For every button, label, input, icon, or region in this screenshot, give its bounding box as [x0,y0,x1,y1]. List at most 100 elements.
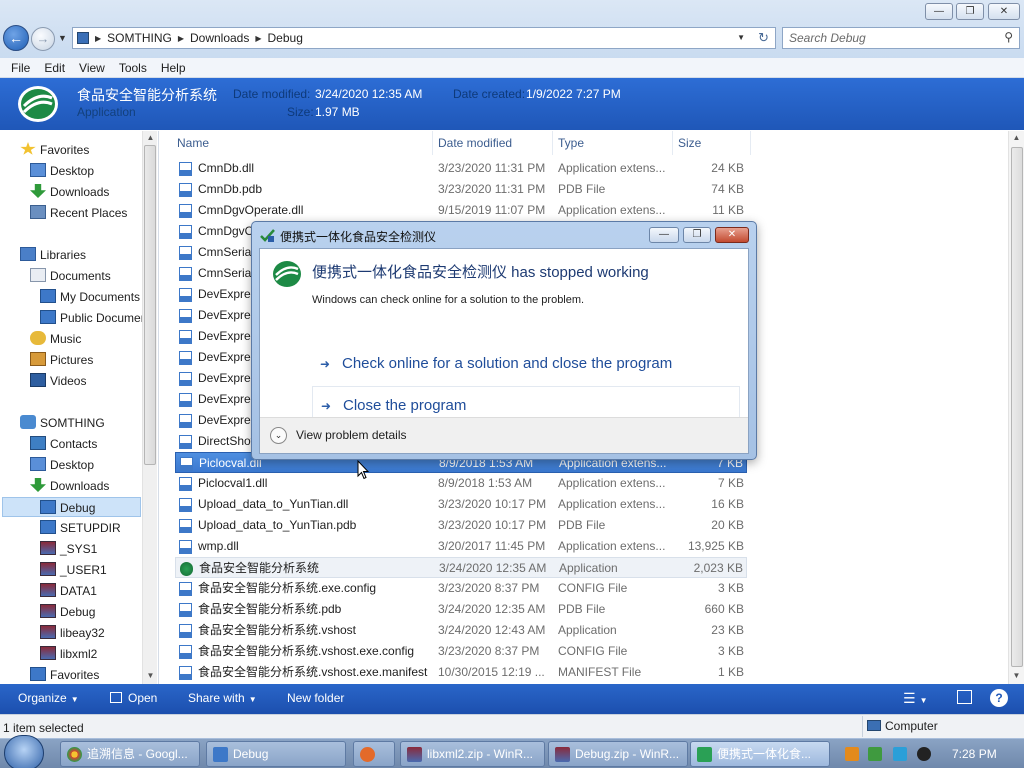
scroll-down-icon[interactable]: ▼ [143,669,158,683]
file-row[interactable]: 食品安全智能分析系统.vshost.exe.manifest 10/30/2015… [175,662,747,683]
nav-item-favorites[interactable]: Favorites [20,140,89,160]
nav-item-documents[interactable]: Documents [30,266,111,286]
file-row[interactable]: Piclocval1.dll 8/9/2018 1:53 AM Applicatio… [175,473,747,494]
nav-item-data1[interactable]: DATA1 [40,581,97,601]
file-row[interactable]: 食品安全智能分析系统.pdb 3/24/2020 12:35 AM PDB File… [175,599,747,620]
preview-pane-icon[interactable] [957,690,972,704]
scroll-down-icon[interactable]: ▼ [1009,669,1024,683]
nav-item-somthing[interactable]: SOMTHING [20,413,105,433]
nav-item-libxml2[interactable]: libxml2 [40,644,97,664]
nav-item-contacts[interactable]: Contacts [30,434,97,454]
breadcrumb-downloads[interactable]: Downloads [190,31,249,45]
nav-scrollbar[interactable]: ▲ ▼ [142,131,157,684]
nav-scrollbar-thumb[interactable] [144,145,156,465]
clock[interactable]: 7:28 PM [952,747,997,761]
file-name: 食品安全智能分析系统.exe.config [198,581,377,595]
file-date: 9/15/2019 11:07 PM [438,203,546,217]
nav-item-music[interactable]: Music [30,329,81,349]
taskbar-item[interactable] [353,741,395,767]
nav-item-favorites[interactable]: Favorites [30,665,99,684]
taskbar-item[interactable]: 追溯信息 - Googl... [60,741,200,767]
start-button[interactable] [4,735,44,768]
tray-volume-icon[interactable] [917,747,931,761]
view-options-icon[interactable]: ☰ ▼ [903,690,927,707]
nav-item-libeay32[interactable]: libeay32 [40,623,105,643]
file-row[interactable]: 食品安全智能分析系统 3/24/2020 12:35 AM Application 2… [175,557,747,578]
recent-pages-chevron-icon[interactable]: ▼ [58,33,67,43]
back-button[interactable]: ← [3,25,29,51]
tray-network-icon[interactable] [893,747,907,761]
search-icon[interactable]: ⚲ [1004,30,1013,44]
column-divider[interactable] [672,131,673,155]
nav-item-setupdir[interactable]: SETUPDIR [40,518,121,538]
taskbar-item[interactable]: libxml2.zip - WinR... [400,741,545,767]
file-row[interactable]: wmp.dll 3/20/2017 11:45 PM Application ext… [175,536,747,557]
file-row[interactable]: 食品安全智能分析系统.exe.config 3/23/2020 8:37 PM CO… [175,578,747,599]
chevron-down-icon[interactable]: ⌄ [270,427,287,444]
menu-view[interactable]: View [72,61,112,75]
scroll-up-icon[interactable]: ▲ [1009,131,1024,145]
minimize-button[interactable]: — [925,3,953,20]
tray-app-icon[interactable] [845,747,859,761]
help-icon[interactable]: ? [990,689,1008,707]
file-row[interactable]: CmnDgvOperate.dll 9/15/2019 11:07 PM Appli… [175,200,747,221]
refresh-icon[interactable]: ↻ [758,30,769,46]
column-divider[interactable] [750,131,751,155]
scroll-up-icon[interactable]: ▲ [143,131,158,145]
file-row[interactable]: Upload_data_to_YunTian.pdb 3/23/2020 10:1… [175,515,747,536]
nav-item-downloads[interactable]: Downloads [30,182,109,202]
dialog-minimize-button[interactable]: — [649,227,679,243]
tray-shield-icon[interactable] [868,747,882,761]
dialog-close-button[interactable]: ✕ [715,227,749,243]
view-problem-details-link[interactable]: View problem details [296,428,407,442]
taskbar-item[interactable]: Debug.zip - WinR... [548,741,688,767]
maximize-button[interactable]: ❐ [956,3,984,20]
file-list-scrollbar-thumb[interactable] [1011,147,1023,667]
menu-edit[interactable]: Edit [37,61,72,75]
nav-item-downloads[interactable]: Downloads [30,476,109,496]
file-row[interactable]: Upload_data_to_YunTian.dll 3/23/2020 10:1… [175,494,747,515]
nav-item-pictures[interactable]: Pictures [30,350,93,370]
file-row[interactable]: 食品安全智能分析系统.vshost.exe.config 3/23/2020 8:… [175,641,747,662]
share-with-button[interactable]: Share with ▼ [188,691,257,705]
nav-item-desktop[interactable]: Desktop [30,161,94,181]
nav-item-public-documents[interactable]: Public Documents [40,308,157,328]
file-list-scrollbar[interactable]: ▲ ▼ [1008,131,1024,684]
file-row[interactable]: CmnDb.pdb 3/23/2020 11:31 PM PDB File 74 KB [175,179,747,200]
breadcrumb-debug[interactable]: Debug [268,31,303,45]
menu-file[interactable]: File [4,61,37,75]
forward-button[interactable]: → [31,27,55,51]
nav-item-recent-places[interactable]: Recent Places [30,203,127,223]
menu-help[interactable]: Help [154,61,193,75]
nav-item-debug[interactable]: Debug [2,497,141,517]
column-header-name[interactable]: Name [177,136,209,150]
nav-item-desktop[interactable]: Desktop [30,455,94,475]
nav-item-debug[interactable]: Debug [40,602,95,622]
address-bar[interactable]: ▶ SOMTHING ▶ Downloads ▶ Debug ▼ ↻ [72,27,776,49]
column-divider[interactable] [432,131,433,155]
column-divider[interactable] [552,131,553,155]
menu-tools[interactable]: Tools [112,61,154,75]
search-input[interactable] [783,28,988,48]
organize-button[interactable]: Organize ▼ [18,691,79,705]
nav-item-videos[interactable]: Videos [30,371,86,391]
column-header-type[interactable]: Type [558,136,584,150]
address-dropdown-icon[interactable]: ▼ [737,33,745,42]
nav-item-libraries[interactable]: Libraries [20,245,86,265]
breadcrumb-somthing[interactable]: SOMTHING [107,31,172,45]
nav-item-my-documents[interactable]: My Documents [40,287,140,307]
search-box[interactable]: ⚲ [782,27,1020,49]
file-row[interactable]: CmnDb.dll 3/23/2020 11:31 PM Application e… [175,158,747,179]
close-button[interactable]: ✕ [988,3,1020,20]
nav-item-user1[interactable]: _USER1 [40,560,107,580]
check-online-option[interactable]: ➜ Check online for a solution and close … [312,345,740,385]
dialog-maximize-button[interactable]: ❐ [683,227,711,243]
file-row[interactable]: 食品安全智能分析系统.vshost 3/24/2020 12:43 AM Appli… [175,620,747,641]
taskbar-item[interactable]: Debug [206,741,346,767]
column-header-size[interactable]: Size [678,136,701,150]
taskbar-item[interactable]: 便携式一体化食... [690,741,830,767]
open-button[interactable]: Open [110,691,157,705]
nav-item-sys1[interactable]: _SYS1 [40,539,97,559]
column-header-date[interactable]: Date modified [438,136,512,150]
new-folder-button[interactable]: New folder [287,691,344,705]
